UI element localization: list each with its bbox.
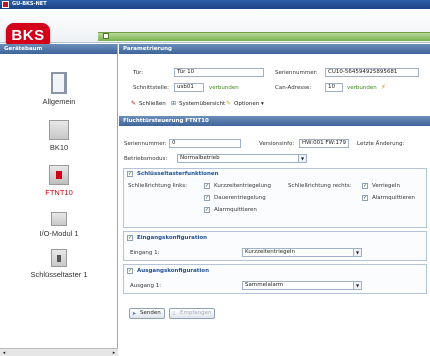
ftnt-serial-input[interactable]: 0 [169, 139, 241, 148]
close-icon: ✎ [130, 100, 137, 107]
main-panel: Parametrierung Tür: Tür 10 Seriennummer:… [119, 44, 430, 356]
input-config-title: Eingangskonfiguration [137, 235, 208, 241]
sidebar-item-allgemein[interactable]: Allgemein [0, 72, 118, 106]
sidebar-item-label: BK10 [49, 143, 69, 152]
send-button[interactable]: ➤ Senden [129, 308, 165, 319]
serial-input[interactable]: CU10-564594925895681 [325, 68, 419, 77]
input-config-checkbox[interactable]: ✓ [127, 235, 133, 241]
options-button[interactable]: ✎ Optionen ▾ [224, 99, 264, 109]
ftnt-serial-label: Seriennummer: [124, 141, 167, 147]
sidebar-item-label: I/O-Modul 1 [39, 229, 79, 238]
sidebar-item-label: FTNT10 [45, 188, 73, 197]
options-icon: ✎ [225, 100, 232, 107]
plug-icon: ⚡ [381, 83, 386, 91]
kurzzeit-label: Kurzzeitentriegelung [214, 183, 271, 189]
device-box-icon [49, 120, 69, 140]
chevron-down-icon[interactable]: ▼ [353, 249, 361, 256]
left-direction-label: Schließrichtung links: [128, 183, 188, 189]
mode-label: Betriebsmodus: [124, 156, 168, 162]
status-strip-handle [103, 33, 109, 39]
can-address-input[interactable]: 10 [325, 83, 343, 92]
dauer-checkbox[interactable]: ✓ [204, 195, 210, 201]
output-1-label: Ausgang 1: [130, 283, 162, 289]
parametrierung-header: Parametrierung [119, 44, 430, 54]
output-config-checkbox[interactable]: ✓ [127, 268, 133, 274]
output-1-select[interactable]: Sammelalarm ▼ [242, 281, 362, 290]
version-label: Versionsinfo: [259, 141, 295, 147]
io-module-icon [51, 212, 67, 226]
key-switch-icon [51, 249, 67, 267]
right-direction-label: Schließrichtung rechts: [288, 183, 352, 189]
keyswitch-title: Schlüsseltasterfunktionen [137, 171, 219, 177]
window-titlebar: GU-BKS-NET [0, 0, 430, 9]
sidebar-item-label: Allgemein [42, 97, 76, 106]
output-config-title: Ausgangskonfiguration [137, 268, 209, 274]
chevron-down-icon[interactable]: ▼ [298, 155, 306, 162]
verriegeln-label: Verriegeln [372, 183, 400, 189]
version-input: HW:001 FW:179 [299, 139, 349, 148]
verriegeln-checkbox[interactable]: ✓ [362, 183, 368, 189]
tuer-label: Tür: [133, 70, 144, 76]
input-config-section: ✓ Eingangskonfiguration Eingang 1: Kurzz… [123, 231, 427, 261]
keyswitch-section: ✓ Schlüsseltasterfunktionen Schließricht… [123, 168, 427, 228]
input-1-label: Eingang 1: [130, 250, 160, 256]
overview-icon: ⊞ [170, 100, 177, 107]
door-icon [51, 72, 67, 94]
app-icon [2, 1, 9, 8]
receive-icon: ⇩ [172, 311, 177, 317]
window-title: GU-BKS-NET [12, 1, 47, 7]
send-icon: ➤ [132, 311, 137, 317]
port-label: Schnittstelle: [133, 85, 170, 91]
can-status: verbunden [347, 85, 377, 91]
keyswitch-enable-checkbox[interactable]: ✓ [127, 171, 133, 177]
alarm-left-checkbox[interactable]: ✓ [204, 207, 210, 213]
last-change-label: Letzte Änderung: [357, 141, 405, 147]
output-config-section: ✓ Ausgangskonfiguration Ausgang 1: Samme… [123, 264, 427, 294]
input-1-select[interactable]: Kurzzeitentriegeln ▼ [242, 248, 362, 257]
device-tree-panel: Gerätebaum Allgemein BK10 FTNT10 I/O-Mod… [0, 44, 118, 356]
tuer-input[interactable]: Tür 10 [174, 68, 264, 77]
alarm-right-label: Alarmquittieren [372, 195, 415, 201]
port-input[interactable]: usb01 [174, 83, 204, 92]
status-strip [98, 32, 430, 41]
sidebar-item-schluesseltaster-1[interactable]: Schlüsseltaster 1 [0, 249, 118, 279]
sidebar-item-ftnt10[interactable]: FTNT10 [0, 165, 118, 197]
scroll-left-icon[interactable]: ◂ [1, 350, 7, 356]
alarm-left-label: Alarmquittieren [214, 207, 257, 213]
dauer-label: Dauerentriegelung [214, 195, 266, 201]
kurzzeit-checkbox[interactable]: ✓ [204, 183, 210, 189]
mode-select[interactable]: Normalbetrieb ▼ [177, 154, 307, 163]
ftnt-header: Fluchttürsteuerung FTNT10 [119, 116, 430, 126]
scroll-right-icon[interactable]: ▸ [111, 350, 117, 356]
sidebar-horizontal-scrollbar[interactable]: ◂ ▸ [0, 348, 118, 356]
system-overview-button[interactable]: ⊞ Systemübersicht [169, 99, 225, 109]
serial-label: Seriennummer: [275, 70, 318, 76]
alarm-right-checkbox[interactable]: ✓ [362, 195, 368, 201]
sidebar-item-bk10[interactable]: BK10 [0, 120, 118, 152]
port-status: verbunden [209, 85, 239, 91]
device-tree-header: Gerätebaum [0, 44, 117, 54]
close-button[interactable]: ✎ Schließen [129, 99, 166, 109]
chevron-down-icon[interactable]: ▼ [353, 282, 361, 289]
module-icon [49, 165, 69, 185]
sidebar-item-label: Schlüsseltaster 1 [30, 270, 88, 279]
can-address-label: Can-Adresse: [275, 85, 312, 91]
receive-button[interactable]: ⇩ Empfangen [169, 308, 216, 319]
sidebar-item-io-modul-1[interactable]: I/O-Modul 1 [0, 212, 118, 238]
